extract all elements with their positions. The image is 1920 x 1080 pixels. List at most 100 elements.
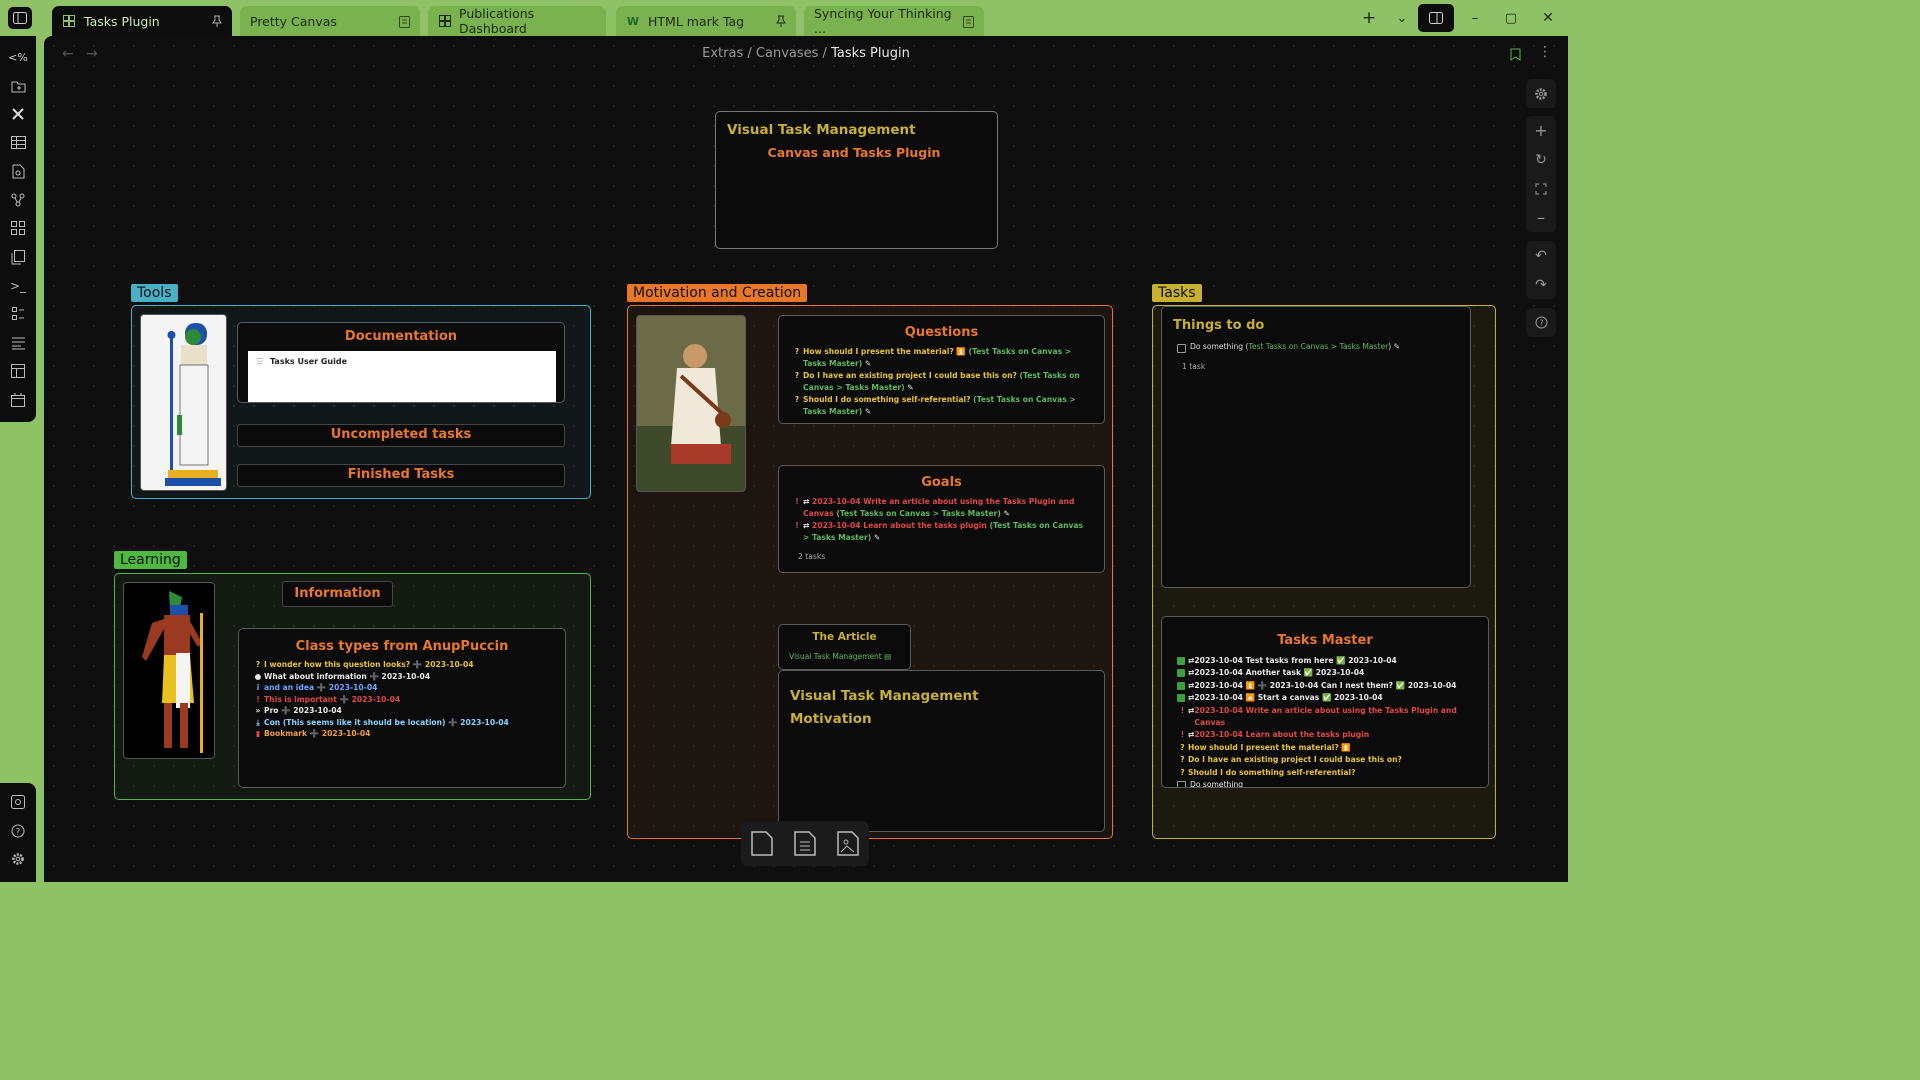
add-note-icon[interactable] — [794, 831, 816, 860]
tab-publications-dashboard[interactable]: Publications Dashboard — [428, 6, 606, 36]
breadcrumb-item[interactable]: Canvases — [756, 46, 819, 61]
breadcrumb-item[interactable]: Extras — [702, 46, 743, 61]
group-label-learning[interactable]: Learning — [114, 551, 187, 569]
things-to-do-card[interactable]: Things to do Do something (Test Tasks on… — [1161, 306, 1471, 588]
help-icon[interactable]: ? — [9, 822, 27, 840]
the-article-card[interactable]: The Article Visual Task Management ▤ — [778, 624, 911, 670]
exclamation-icon: ! — [795, 497, 799, 506]
title-card[interactable]: Visual Task Management Canvas and Tasks … — [715, 111, 998, 249]
fit-view-icon[interactable] — [1526, 174, 1556, 203]
right-sidebar-toggle-icon[interactable] — [1418, 4, 1454, 32]
edit-icon[interactable]: ✎ — [874, 533, 880, 542]
zoom-out-icon[interactable]: – — [1526, 203, 1556, 232]
gear-icon[interactable] — [1526, 79, 1556, 108]
task-item[interactable]: Do something (Test Tasks on Canvas > Tas… — [1177, 342, 1400, 353]
class-types-list: ? I wonder how this question looks? ➕ 202… — [239, 659, 565, 740]
egyptian-figure-image[interactable] — [123, 582, 215, 759]
redo-icon[interactable]: ↷ — [1526, 270, 1556, 299]
layout-icon[interactable] — [9, 362, 27, 380]
pin-icon[interactable] — [212, 15, 222, 27]
edit-icon[interactable]: ✎ — [865, 407, 871, 416]
chevrons-right-icon: » — [255, 706, 261, 715]
terminal-icon[interactable]: >_ — [9, 277, 27, 295]
class-types-card[interactable]: Class types from AnupPuccin ? I wonder ho… — [238, 628, 566, 788]
new-tab-icon[interactable]: + — [1358, 8, 1380, 28]
task-item[interactable]: ? Should I do something self-referential? — [1177, 767, 1488, 779]
checkbox[interactable] — [1177, 781, 1186, 787]
tab-tasks-plugin[interactable]: Tasks Plugin — [52, 6, 232, 36]
settings-icon[interactable] — [9, 850, 27, 868]
task-item[interactable]: ⇄ 2023-10-04 Test tasks from here ✅ 2023… — [1177, 655, 1488, 667]
minimize-icon[interactable]: – — [1464, 8, 1486, 28]
vtm-motivation-card[interactable]: Visual Task Management Motivation — [778, 670, 1105, 832]
canvas-settings-control — [1526, 79, 1556, 108]
file-search-icon[interactable] — [9, 162, 27, 180]
task-item[interactable]: ? How should I present the material? ⏫ — [1177, 742, 1488, 754]
group-label-motivation[interactable]: Motivation and Creation — [627, 284, 808, 302]
table-icon[interactable] — [9, 133, 27, 151]
edit-icon[interactable]: ✎ — [1004, 509, 1010, 518]
group-label-tasks[interactable]: Tasks — [1152, 284, 1202, 302]
chevron-down-icon[interactable]: ⌄ — [1391, 8, 1413, 28]
task-item[interactable]: ! ⇄ 2023-10-04 Learn about the tasks plug… — [1177, 729, 1488, 741]
tab-html-mark-tag[interactable]: W HTML mark Tag — [616, 6, 796, 36]
canvas-view[interactable]: ← → Extras / Canvases / Tasks Plugin ⋮ +… — [44, 36, 1568, 882]
tab-pretty-canvas[interactable]: Pretty Canvas — [240, 6, 420, 36]
checked-checkbox[interactable] — [1177, 657, 1185, 665]
checked-checkbox[interactable] — [1177, 681, 1185, 690]
bookmark-icon[interactable] — [1510, 46, 1521, 65]
edit-icon[interactable]: ✎ — [1394, 342, 1400, 353]
checked-checkbox[interactable] — [1177, 694, 1185, 703]
sidebar-toggle-icon[interactable] — [8, 7, 32, 29]
uncompleted-tasks-card[interactable]: Uncompleted tasks — [237, 424, 565, 447]
tab-syncing-your-thinking[interactable]: Syncing Your Thinking ... — [804, 6, 984, 36]
vault-icon[interactable] — [9, 793, 27, 811]
add-card-icon[interactable] — [751, 831, 773, 860]
open-folder-icon[interactable] — [9, 77, 27, 95]
questions-card[interactable]: Questions ? How should I present the mate… — [778, 315, 1105, 424]
article-link[interactable]: Visual Task Management ▤ — [789, 652, 891, 661]
list-icon[interactable] — [9, 305, 27, 323]
saraswati-painting-image[interactable] — [636, 315, 746, 492]
reset-zoom-icon[interactable]: ↻ — [1526, 145, 1556, 174]
maximize-icon[interactable]: ▢ — [1500, 8, 1522, 28]
tools-icon[interactable] — [9, 105, 27, 123]
add-media-icon[interactable] — [837, 831, 859, 860]
task-item[interactable]: ⇄ 2023-10-04 ⏫ ➕ 2023-10-04 Can I nest t… — [1177, 680, 1488, 692]
documentation-card[interactable]: Documentation ☰ Tasks User Guide — [237, 322, 565, 403]
edit-icon[interactable]: ✎ — [907, 383, 913, 392]
group-label-tools[interactable]: Tools — [131, 284, 178, 302]
undo-icon[interactable]: ↶ — [1526, 241, 1556, 270]
question-icon: ? — [255, 660, 261, 669]
calendar-icon[interactable] — [9, 391, 27, 409]
task-item[interactable]: ⇄ 2023-10-04 🔼 Start a canvas ✅ 2023-10-… — [1177, 692, 1488, 704]
task-item[interactable]: ! ⇄ 2023-10-04 Write an article about usi… — [1177, 705, 1488, 730]
group-tasks[interactable]: Things to do Do something (Test Tasks on… — [1152, 305, 1496, 839]
egyptian-god-image[interactable] — [140, 314, 227, 491]
task-item[interactable]: ⇄ 2023-10-04 Another task ✅ 2023-10-04 — [1177, 667, 1488, 679]
group-tools[interactable]: Documentation ☰ Tasks User Guide Uncompl… — [131, 305, 591, 499]
group-motivation[interactable]: Questions ? How should I present the mate… — [627, 305, 1113, 839]
pin-icon[interactable] — [776, 15, 786, 27]
zoom-in-icon[interactable]: + — [1526, 116, 1556, 145]
graph-icon[interactable] — [9, 191, 27, 209]
more-options-icon[interactable]: ⋮ — [1538, 44, 1552, 60]
checked-checkbox[interactable] — [1177, 669, 1185, 678]
files-icon[interactable] — [9, 248, 27, 266]
task-item[interactable]: ? Do I have an existing project I could b… — [1177, 754, 1488, 766]
help-icon[interactable]: ? — [1526, 308, 1556, 337]
sheet-icon[interactable] — [9, 334, 27, 352]
group-learning[interactable]: Information Class types from AnupPuccin … — [114, 573, 591, 800]
information-card[interactable]: Information — [282, 581, 393, 607]
goals-card[interactable]: Goals ! ⇄ 2023-10-04 Write an article abo… — [778, 465, 1105, 573]
percent-tag-icon[interactable]: <% — [8, 48, 28, 66]
close-icon[interactable]: ✕ — [1537, 8, 1559, 28]
task-item[interactable]: Do something — [1177, 779, 1488, 787]
grid-icon[interactable] — [9, 219, 27, 237]
finished-tasks-card[interactable]: Finished Tasks — [237, 464, 565, 487]
tab-label: Tasks Plugin — [84, 13, 160, 29]
edit-icon[interactable]: ✎ — [865, 359, 871, 368]
embedded-note[interactable]: ☰ Tasks User Guide — [248, 351, 556, 402]
checkbox[interactable] — [1177, 344, 1186, 353]
tasks-master-card[interactable]: Tasks Master ⇄ 2023-10-04 Test tasks fro… — [1161, 616, 1489, 788]
